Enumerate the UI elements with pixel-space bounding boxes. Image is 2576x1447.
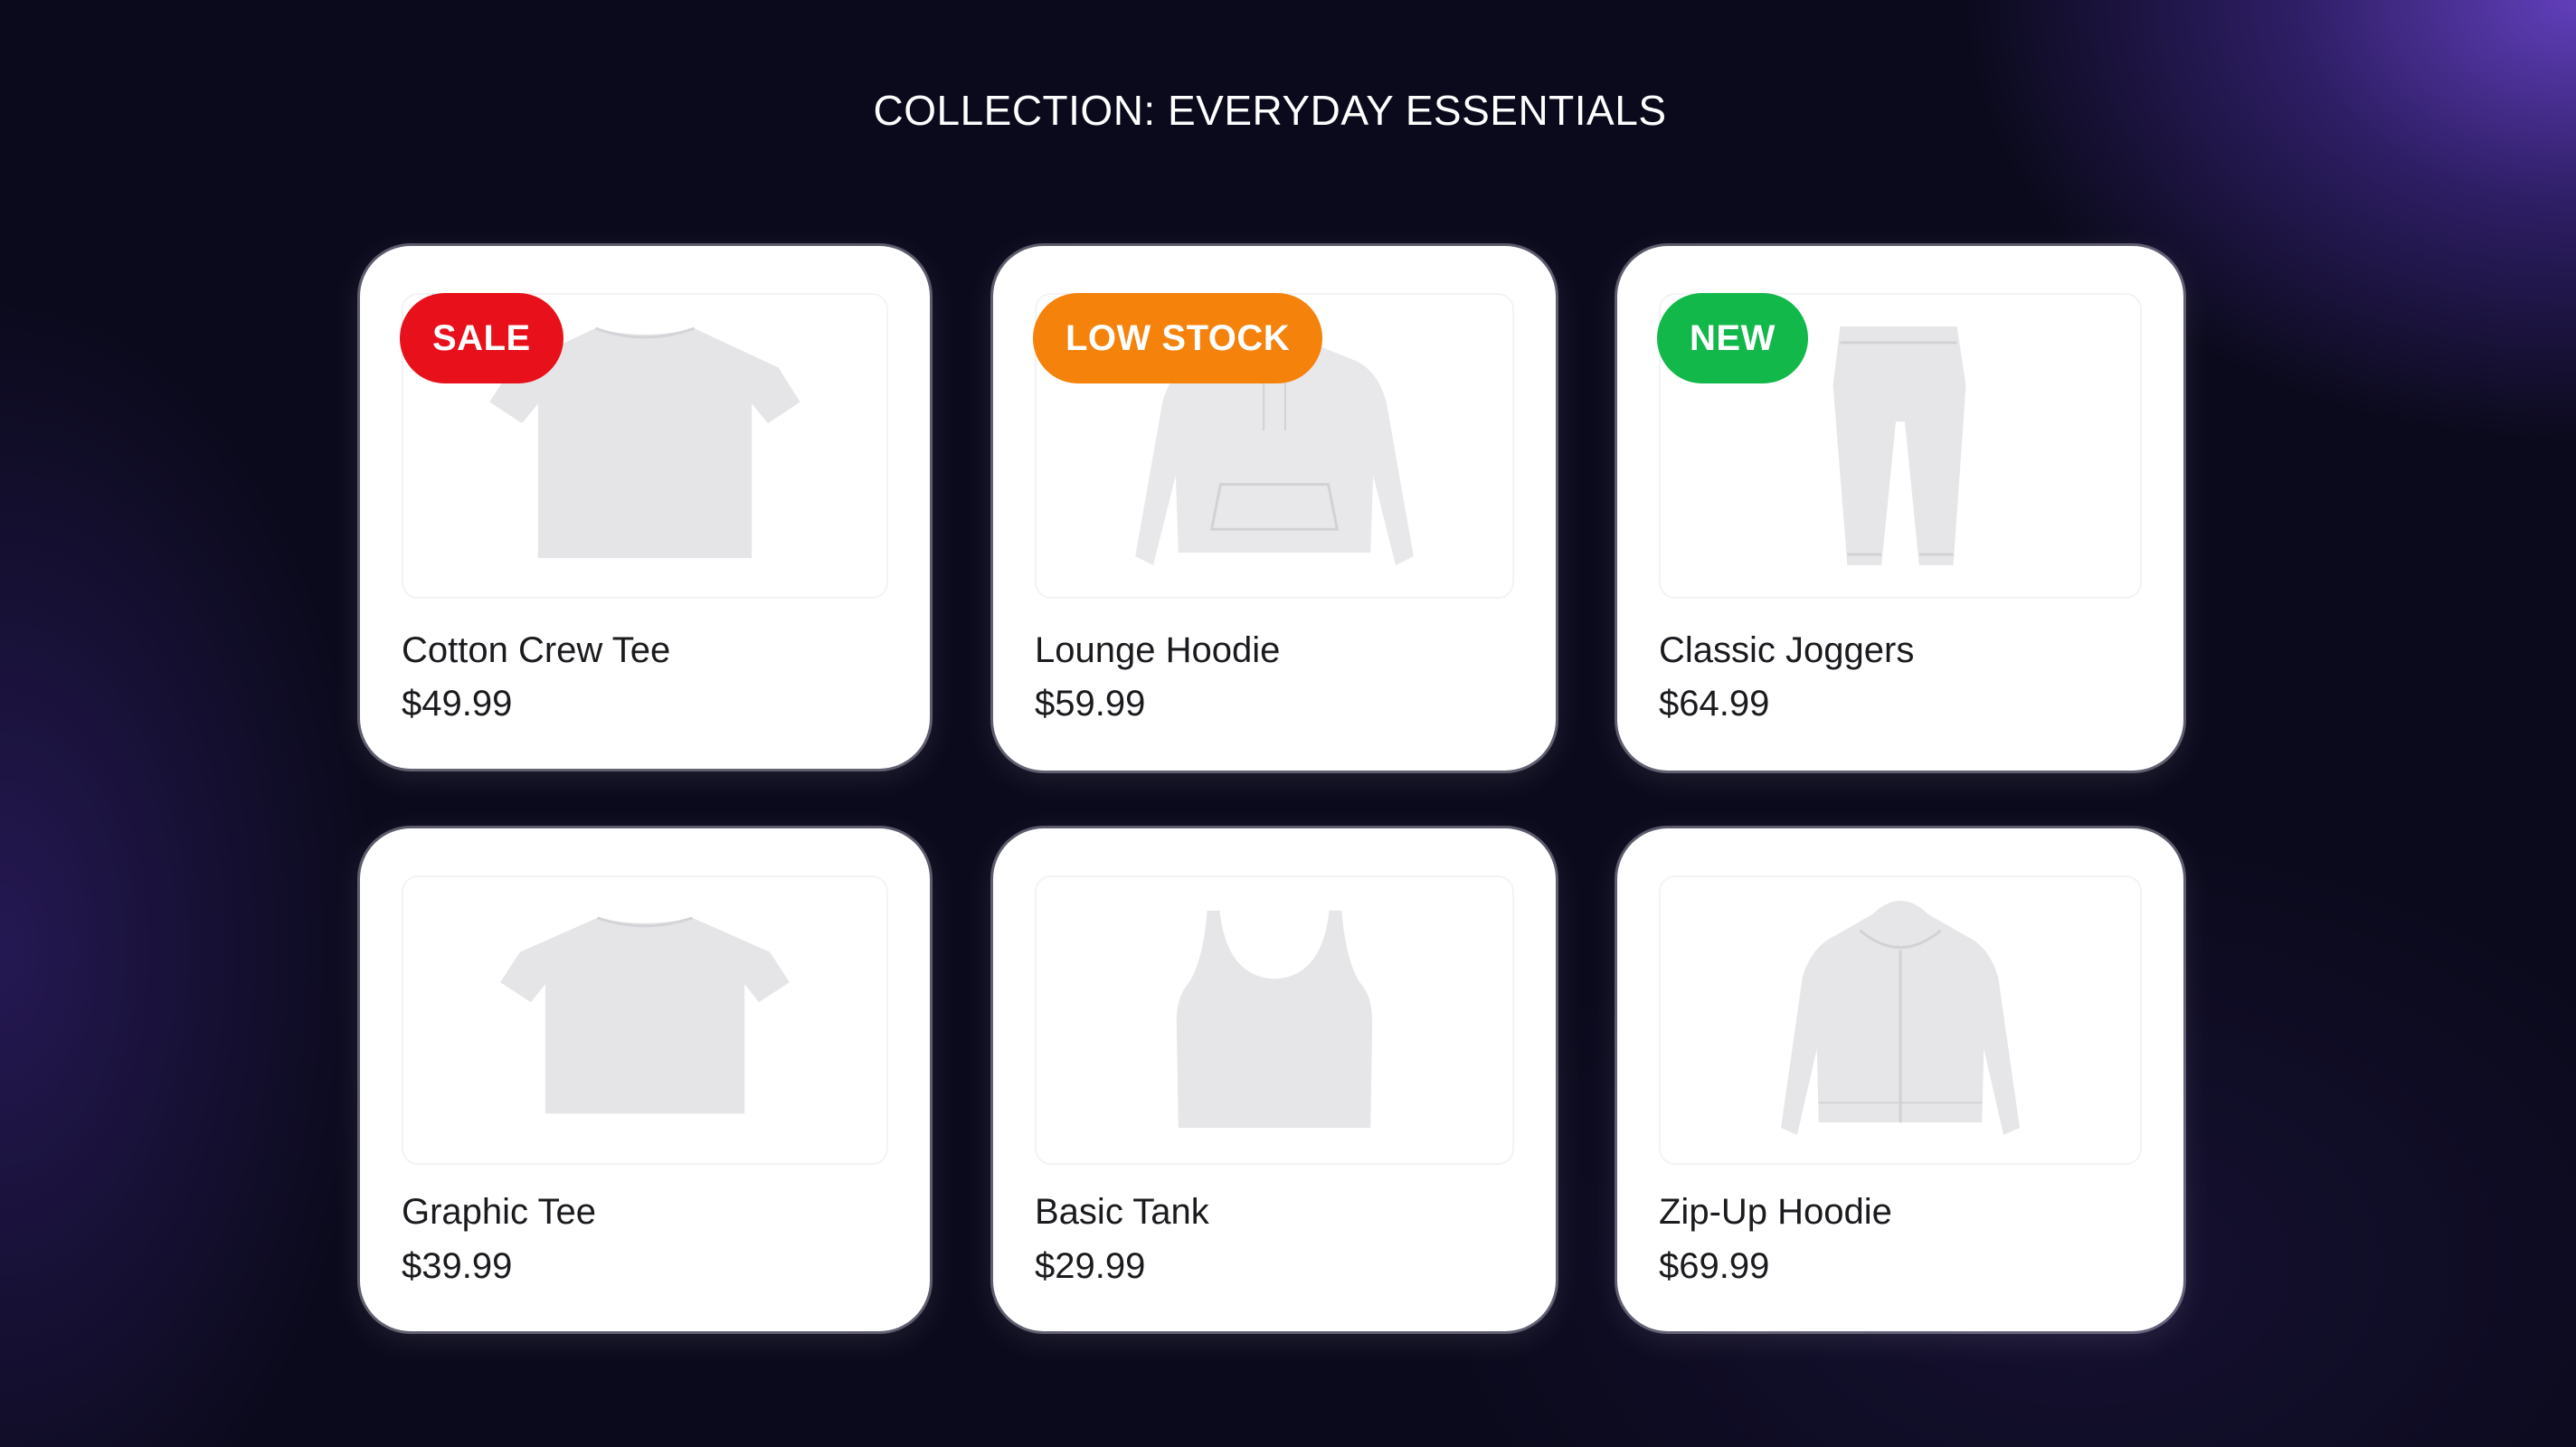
t-shirt-icon (500, 916, 790, 1114)
product-price: $59.99 (1035, 684, 1146, 724)
product-name[interactable]: Basic Tank (1035, 1192, 1209, 1233)
product-card-basic-tank[interactable]: Basic Tank $29.99 (993, 828, 1556, 1331)
product-image (1659, 875, 2142, 1165)
collection-title: COLLECTION: EVERYDAY ESSENTIALS (873, 87, 1667, 134)
product-price: $64.99 (1659, 684, 1770, 724)
product-name[interactable]: Lounge Hoodie (1035, 630, 1280, 671)
zip-hoodie-icon (1780, 900, 2021, 1136)
product-name[interactable]: Graphic Tee (402, 1192, 596, 1233)
product-card-lounge-hoodie[interactable]: LOW STOCK Lounge Hoodie $59.99 (993, 246, 1556, 771)
product-image (1035, 875, 1514, 1165)
product-price: $29.99 (1035, 1246, 1146, 1286)
new-badge: NEW (1657, 293, 1808, 383)
product-name[interactable]: Cotton Crew Tee (402, 630, 670, 671)
product-price: $69.99 (1659, 1246, 1770, 1286)
sale-badge: SALE (400, 293, 564, 383)
product-price: $39.99 (402, 1246, 513, 1286)
product-card-graphic-tee[interactable]: Graphic Tee $39.99 (360, 828, 930, 1331)
product-card-classic-joggers[interactable]: NEW Classic Joggers $64.99 (1617, 246, 2183, 771)
product-card-cotton-crew-tee[interactable]: SALE Cotton Crew Tee $49.99 (360, 246, 930, 769)
product-name[interactable]: Zip-Up Hoodie (1659, 1192, 1892, 1233)
low-stock-badge: LOW STOCK (1033, 293, 1323, 383)
tank-top-icon (1176, 910, 1373, 1129)
product-card-zip-up-hoodie[interactable]: Zip-Up Hoodie $69.99 (1617, 828, 2183, 1331)
product-image (402, 875, 888, 1165)
product-name[interactable]: Classic Joggers (1659, 630, 1914, 671)
product-price: $49.99 (402, 684, 513, 724)
